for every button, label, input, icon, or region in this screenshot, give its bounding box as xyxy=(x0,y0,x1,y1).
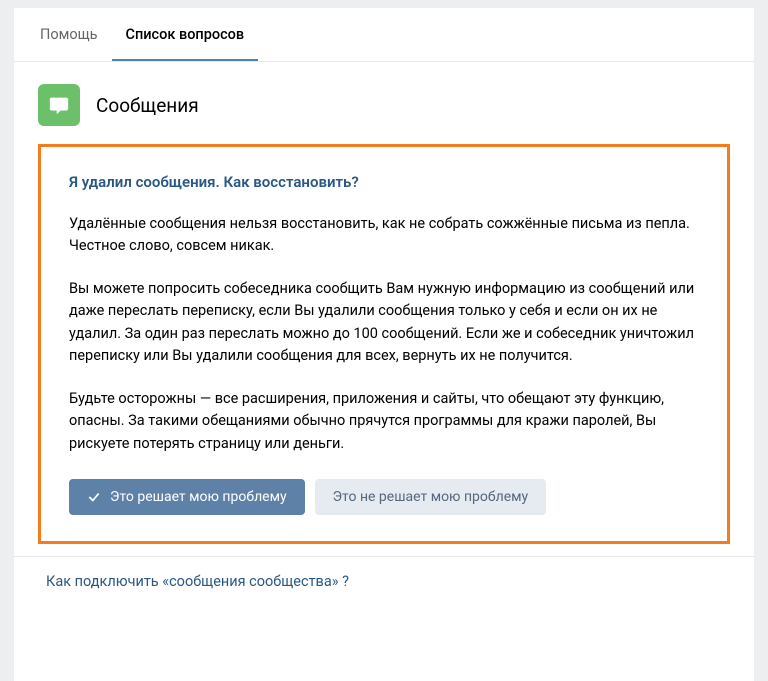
related-questions: Как подключить «сообщения сообщества» ? xyxy=(14,556,754,604)
section-title: Сообщения xyxy=(96,94,199,117)
tab-questions-list-label: Список вопросов xyxy=(126,26,245,43)
not-solves-button-label: Это не решает мою проблему xyxy=(333,489,529,505)
check-icon xyxy=(87,490,101,504)
messages-icon xyxy=(38,84,80,126)
tab-questions-list[interactable]: Список вопросов xyxy=(112,8,259,61)
tabs-bar: Помощь Список вопросов xyxy=(14,8,754,62)
not-solves-button[interactable]: Это не решает мою проблему xyxy=(315,479,547,515)
solves-button-label: Это решает мою проблему xyxy=(110,489,287,505)
paragraph-1: Удалённые сообщения нельзя восстановить,… xyxy=(69,213,699,258)
question-card: Я удалил сообщения. Как восстановить? Уд… xyxy=(38,144,730,544)
tab-help-label: Помощь xyxy=(40,26,98,43)
related-link-1[interactable]: Как подключить «сообщения сообщества» ? xyxy=(46,573,349,590)
question-body: Удалённые сообщения нельзя восстановить,… xyxy=(69,213,699,455)
solves-button[interactable]: Это решает мою проблему xyxy=(69,479,305,515)
tab-help[interactable]: Помощь xyxy=(26,8,112,61)
section-header: Сообщения xyxy=(14,62,754,144)
feedback-buttons: Это решает мою проблему Это не решает мо… xyxy=(69,479,699,515)
paragraph-2: Вы можете попросить собеседника сообщить… xyxy=(69,278,699,368)
question-title: Я удалил сообщения. Как восстановить? xyxy=(69,173,699,191)
paragraph-3: Будьте осторожны — все расширения, прило… xyxy=(69,388,699,455)
